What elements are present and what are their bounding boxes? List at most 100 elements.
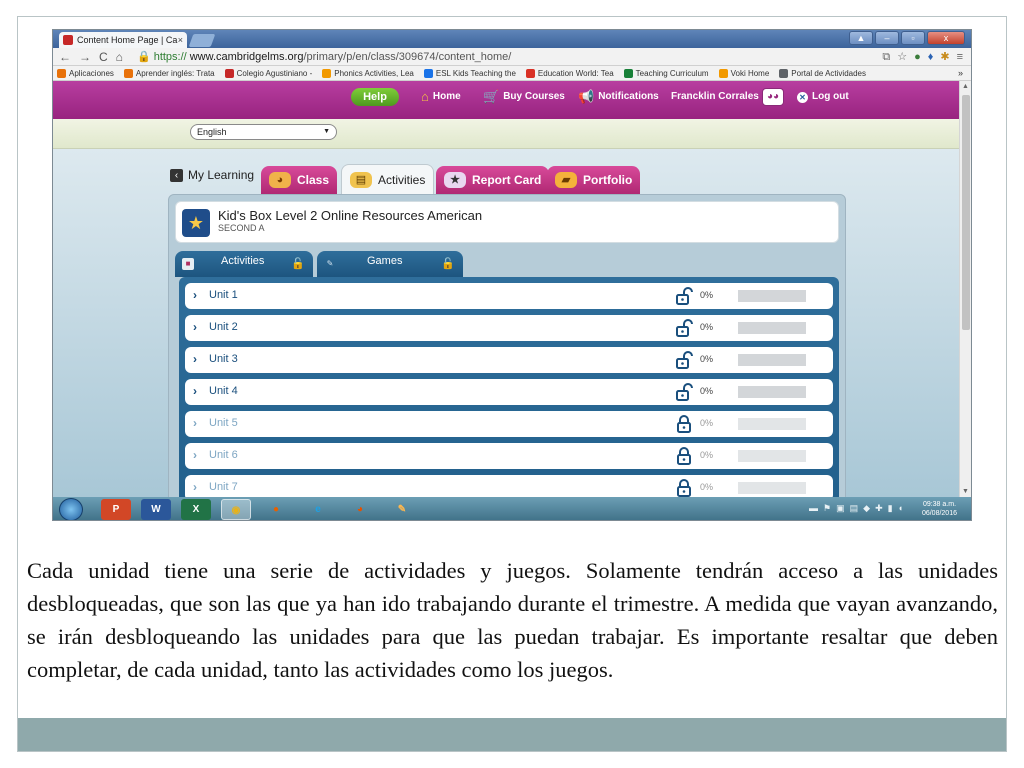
bookmark-item[interactable]: Teaching Curriculum <box>623 66 709 81</box>
scroll-thumb[interactable] <box>962 95 970 330</box>
portfolio-icon: ▰ <box>555 172 577 188</box>
window-controls: ▲ – ▫ x <box>849 31 965 45</box>
progress-bar <box>738 354 806 366</box>
bookmark-label: Colegio Agustiniano - <box>236 69 313 78</box>
bookmark-item[interactable]: Portal de Actividades <box>779 66 866 81</box>
bookmark-item[interactable]: Colegio Agustiniano - <box>224 66 313 81</box>
minimize-button[interactable]: – <box>875 31 899 45</box>
user-icon[interactable]: ▲ <box>849 31 873 45</box>
firefox-icon[interactable]: ● <box>261 499 291 520</box>
close-window-button[interactable]: x <box>927 31 965 45</box>
tray-icon[interactable]: ◆ <box>863 503 870 514</box>
url-input[interactable]: 🔒 https://www.cambridgelms.org/primary/p/… <box>137 50 827 64</box>
tray-icon[interactable]: ▬ <box>809 503 818 514</box>
new-tab-button[interactable] <box>188 34 216 47</box>
browser-tab[interactable]: Content Home Page | Ca × <box>59 32 187 48</box>
tab-activities[interactable]: ▤ Activities <box>341 164 435 194</box>
excel-icon[interactable]: X <box>181 499 211 520</box>
unit-row[interactable]: › Unit 6 0% <box>185 443 833 469</box>
bookmark-icon <box>718 69 728 78</box>
scroll-down-icon[interactable]: ▼ <box>962 488 969 495</box>
tab-label: Activities <box>378 172 426 187</box>
logout-link[interactable]: ✕ Log out <box>797 89 849 105</box>
close-tab-icon[interactable]: × <box>178 32 183 48</box>
chrome-icon[interactable]: ◉ <box>221 499 251 520</box>
start-button[interactable] <box>59 498 83 520</box>
bookmark-icon <box>224 69 234 78</box>
buy-courses-link[interactable]: 🛒 Buy Courses <box>483 89 565 105</box>
flag-icon[interactable]: ⚑ <box>823 503 831 514</box>
user-name[interactable]: Francklin Corrales <box>671 89 759 105</box>
powerpoint-icon[interactable]: P <box>101 499 131 520</box>
unit-row[interactable]: › Unit 4 0% <box>185 379 833 405</box>
cart-icon: 🛒 <box>483 89 500 104</box>
class-icon: ◕ <box>269 172 291 188</box>
course-subtitle: SECOND A <box>218 223 265 233</box>
tray-icon[interactable]: ✚ <box>875 503 883 514</box>
language-select[interactable]: English ▼ <box>190 124 337 140</box>
url-host: www.cambridgelms.org <box>189 51 304 63</box>
unit-label: Unit 4 <box>209 385 238 397</box>
bookmark-item[interactable]: Aplicaciones <box>57 66 114 81</box>
tab-class[interactable]: ◕ Class <box>261 166 338 194</box>
avatar[interactable]: ◕◕ <box>762 88 784 106</box>
internet-explorer-icon[interactable]: e <box>303 499 333 520</box>
system-tray: ▬ ⚑ ▣ ▤ ◆ ✚ ▮ ◖ <box>809 503 903 514</box>
tab-portfolio[interactable]: ▰ Portfolio <box>547 166 641 194</box>
unit-row[interactable]: › Unit 5 0% <box>185 411 833 437</box>
paint-icon[interactable]: ✎ <box>387 499 417 520</box>
home-icon[interactable]: ⌂ <box>116 50 123 64</box>
megaphone-icon: 📢 <box>578 89 595 104</box>
tab-games-sub[interactable]: ✎ Games 🔓 <box>317 251 463 277</box>
translate-icon[interactable]: ⧉ <box>882 50 890 64</box>
toolbar-icons: ⧉ ☆ ● ♦ ✱ ≡ <box>882 50 963 64</box>
tray-icon[interactable]: ▣ <box>836 503 845 514</box>
kids-app-icon[interactable]: ◕ <box>345 499 375 520</box>
bookmark-icon <box>779 69 789 78</box>
puzzle-icon[interactable]: ✱ <box>940 50 949 64</box>
progress-label: 0% <box>700 290 714 300</box>
bookmark-item[interactable]: Aprender inglés: Trata <box>123 66 215 81</box>
unit-row[interactable]: › Unit 2 0% <box>185 315 833 341</box>
help-button[interactable]: Help <box>351 88 399 106</box>
bookmark-item[interactable]: ESL Kids Teaching the <box>423 66 516 81</box>
slide-footer-bar <box>18 718 1006 751</box>
network-icon[interactable]: ▮ <box>888 503 893 514</box>
bookmark-label: Teaching Curriculum <box>635 69 709 78</box>
clock[interactable]: 09:38 a.m. 06/08/2016 <box>922 500 957 518</box>
maximize-button[interactable]: ▫ <box>901 31 925 45</box>
bookmark-item[interactable]: Education World: Tea <box>525 66 614 81</box>
bookmark-label: Education World: Tea <box>537 69 614 78</box>
menu-icon[interactable]: ≡ <box>957 50 963 64</box>
pin-icon[interactable]: ♦ <box>928 50 934 64</box>
home-link[interactable]: ⌂ Home <box>421 89 461 105</box>
my-learning[interactable]: ‹ My Learning <box>170 168 254 182</box>
unit-row[interactable]: › Unit 1 0% <box>185 283 833 309</box>
url-scheme: https:// <box>153 51 187 63</box>
volume-icon[interactable]: ◖ <box>898 503 903 514</box>
tab-report-card[interactable]: ★ Report Card <box>436 166 550 194</box>
bookmark-item[interactable]: Voki Home <box>718 66 769 81</box>
scroll-up-icon[interactable]: ▲ <box>962 83 969 90</box>
reload-icon[interactable]: C <box>99 50 108 64</box>
bookmark-item[interactable]: Phonics Activities, Lea <box>322 66 414 81</box>
caption-text: Cada unidad tiene una serie de actividad… <box>27 558 998 682</box>
word-icon[interactable]: W <box>141 499 171 520</box>
notifications-label: Notifications <box>598 91 659 102</box>
tray-icon[interactable]: ▤ <box>850 503 859 514</box>
windows-taskbar: P W X ◉ ● e ◕ ✎ ▬ ⚑ ▣ ▤ ◆ ✚ ▮ ◖ 09:38 a.… <box>53 497 971 520</box>
back-arrow-icon[interactable]: ← <box>59 50 71 64</box>
forward-arrow-icon[interactable]: → <box>79 50 91 64</box>
notifications-link[interactable]: 📢 Notifications <box>578 89 659 105</box>
bookmark-icon <box>423 69 433 78</box>
more-bookmarks-button[interactable]: » <box>958 66 963 81</box>
tab-activities-sub[interactable]: ■ Activities 🔓 <box>175 251 313 277</box>
scrollbar[interactable]: ▲ ▼ <box>959 81 971 497</box>
star-icon[interactable]: ☆ <box>897 50 907 64</box>
my-learning-label: My Learning <box>188 168 255 182</box>
activities-sub-icon: ■ <box>182 258 194 270</box>
unit-row[interactable]: › Unit 3 0% <box>185 347 833 373</box>
extension-icon[interactable]: ● <box>914 50 921 64</box>
home-icon: ⌂ <box>421 89 429 104</box>
bookmark-label: Aplicaciones <box>69 69 114 78</box>
